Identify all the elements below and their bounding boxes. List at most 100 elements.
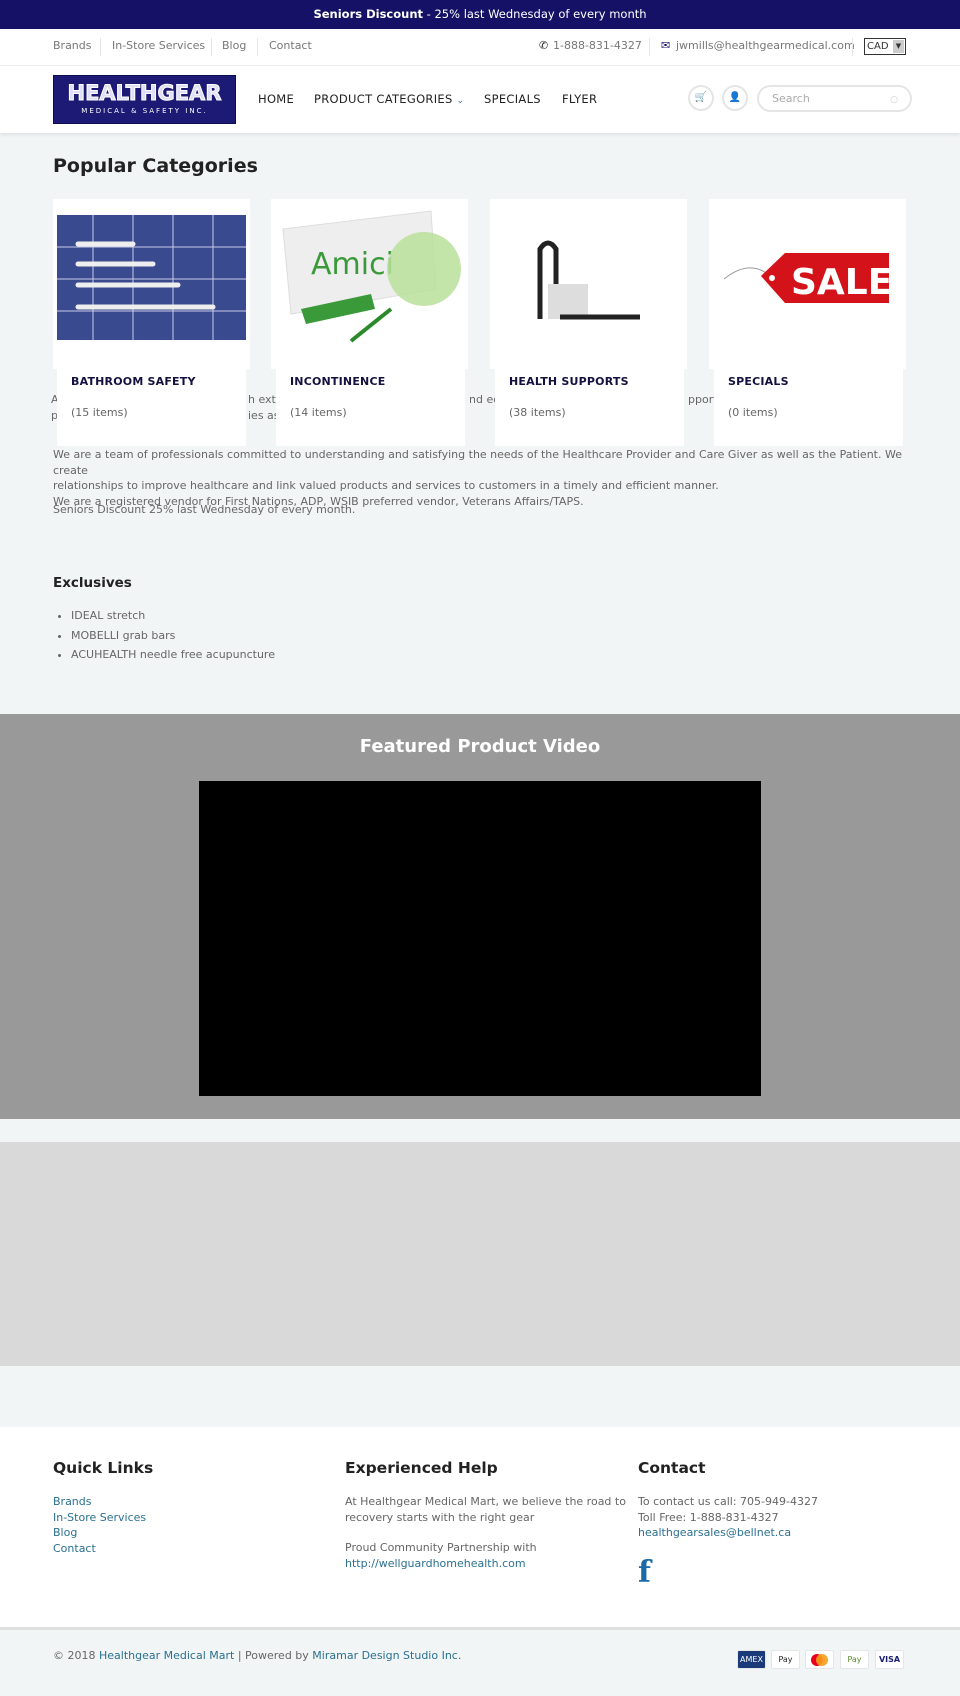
banner-text: - 25% last Wednesday of every month	[423, 7, 647, 21]
quick-links-title: Quick Links	[53, 1459, 154, 1477]
shopify-pay-label: Pay	[847, 1655, 862, 1664]
logo[interactable]: HEALTHGEAR MEDICAL & SAFETY INC.	[53, 75, 236, 124]
exclusives-list: IDEAL stretch MOBELLI grab bars ACUHEALT…	[71, 606, 275, 665]
help-text: recovery starts with the right gear	[345, 1510, 535, 1524]
search-icon: ○	[890, 95, 898, 105]
toplink-brands[interactable]: Brands	[53, 39, 92, 52]
toplink-blog[interactable]: Blog	[222, 39, 246, 52]
footer-link-contact[interactable]: Contact	[53, 1542, 96, 1555]
category-card-specials[interactable]: SALE	[709, 199, 906, 369]
nav-flyer[interactable]: FLYER	[562, 92, 597, 106]
banner-bold: Seniors Discount	[313, 7, 424, 21]
category-name: SPECIALS	[728, 375, 789, 388]
shopify-pay-icon: Pay	[840, 1650, 869, 1669]
category-count: (15 items)	[71, 406, 128, 419]
chevron-down-icon: ⌄	[456, 96, 465, 106]
category-count: (38 items)	[509, 406, 566, 419]
partner-link[interactable]: http://wellguardhomehealth.com	[345, 1557, 526, 1570]
category-count: (14 items)	[290, 406, 347, 419]
footer-link-in-store-services[interactable]: In-Store Services	[53, 1511, 146, 1524]
amici-product-image: Amici	[282, 210, 461, 343]
top-bar: Brands In-Store Services Blog Contact ✆ …	[0, 29, 960, 66]
video-player[interactable]	[199, 781, 761, 1096]
divider	[100, 38, 101, 56]
search-placeholder: Search	[772, 92, 810, 105]
bed-rail-image	[537, 240, 640, 320]
footer: Quick Links Brands In-Store Services Blo…	[0, 1427, 960, 1630]
phone-icon: ✆	[539, 39, 549, 52]
partnership-text: Proud Community Partnership with	[345, 1541, 537, 1554]
divider	[649, 38, 650, 56]
site-header: HEALTHGEAR MEDICAL & SAFETY INC. HOME PRO…	[0, 66, 960, 133]
divider	[852, 38, 853, 56]
category-info[interactable]: HEALTH SUPPORTS (38 items)	[495, 368, 684, 446]
contact-phone: To contact us call: 705-949-4327	[638, 1495, 818, 1508]
cart-icon[interactable]: 🛒	[688, 85, 714, 111]
divider	[211, 38, 212, 56]
seniors-discount-text: Seniors Discount 25% last Wednesday of e…	[53, 503, 356, 516]
exclusives-title: Exclusives	[53, 575, 132, 591]
category-card-incontinence[interactable]: Amici	[271, 199, 468, 369]
logo-main: HEALTHGEAR	[67, 81, 222, 106]
nav-product-categories[interactable]: PRODUCT CATEGORIES ⌄	[314, 92, 464, 106]
grab-bars-image	[57, 215, 246, 340]
category-name: INCONTINENCE	[290, 375, 386, 388]
toplink-in-store-services[interactable]: In-Store Services	[112, 39, 205, 52]
category-info[interactable]: SPECIALS (0 items)	[714, 368, 903, 446]
amex-icon: AMEX	[737, 1650, 766, 1669]
category-card-health-supports[interactable]	[490, 199, 687, 369]
user-icon[interactable]: 👤	[722, 85, 748, 111]
category-name: BATHROOM SAFETY	[71, 375, 196, 388]
category-count: (0 items)	[728, 406, 778, 419]
svg-text:Amici: Amici	[311, 247, 394, 282]
email-link[interactable]: jwmills@healthgearmedical.com	[676, 39, 855, 52]
currency-value: CAD	[867, 41, 889, 52]
visa-icon: VISA	[875, 1650, 904, 1669]
envelope-icon: ✉	[661, 39, 671, 52]
powered-text: | Powered by	[234, 1649, 313, 1662]
contact-email-link[interactable]: healthgearsales@bellnet.ca	[638, 1526, 791, 1539]
popular-categories-title: Popular Categories	[53, 155, 258, 177]
svg-text:SALE: SALE	[791, 262, 892, 303]
divider	[257, 38, 258, 56]
featured-video-section: Featured Product Video	[0, 714, 960, 1119]
video-title: Featured Product Video	[359, 736, 601, 757]
search-input[interactable]: Search ○	[757, 85, 912, 112]
mastercard-icon	[805, 1650, 834, 1669]
experienced-help-title: Experienced Help	[345, 1459, 498, 1477]
toplink-contact[interactable]: Contact	[269, 39, 312, 52]
about-fragment: ies as	[248, 409, 280, 422]
sale-tag-image: SALE	[723, 253, 892, 303]
category-info[interactable]: BATHROOM SAFETY (15 items)	[57, 368, 246, 446]
category-name: HEALTH SUPPORTS	[509, 375, 629, 388]
phone-link[interactable]: 1-888-831-4327	[553, 39, 642, 52]
apple-pay-label: Pay	[778, 1655, 793, 1664]
copyright: © 2018 Healthgear Medical Mart | Powered…	[53, 1649, 461, 1662]
studio-link[interactable]: Miramar Design Studio Inc.	[312, 1649, 461, 1662]
category-info[interactable]: INCONTINENCE (14 items)	[276, 368, 465, 446]
empty-section	[0, 1142, 960, 1366]
logo-sub: MEDICAL & SAFETY INC.	[81, 107, 208, 115]
about-line: We are a team of professionals committed…	[53, 448, 902, 477]
announcement-banner: Seniors Discount - 25% last Wednesday of…	[0, 0, 960, 29]
apple-pay-icon: Pay	[771, 1650, 800, 1669]
list-item: MOBELLI grab bars	[71, 626, 275, 646]
help-text: At Healthgear Medical Mart, we believe t…	[345, 1495, 626, 1508]
store-link[interactable]: Healthgear Medical Mart	[99, 1649, 234, 1662]
contact-tollfree: Toll Free: 1-888-831-4327	[638, 1510, 779, 1524]
about-paragraph: We are a team of professionals committed…	[53, 447, 913, 509]
contact-title: Contact	[638, 1459, 706, 1477]
list-item: ACUHEALTH needle free acupuncture	[71, 645, 275, 665]
chevron-down-icon: ▼	[893, 40, 904, 53]
about-line: relationships to improve healthcare and …	[53, 479, 719, 492]
nav-home[interactable]: HOME	[258, 92, 294, 106]
currency-select[interactable]: CAD ▼	[864, 38, 906, 55]
nav-label: PRODUCT CATEGORIES	[314, 92, 453, 106]
footer-link-brands[interactable]: Brands	[53, 1495, 92, 1508]
nav-specials[interactable]: SPECIALS	[484, 92, 541, 106]
footer-link-blog[interactable]: Blog	[53, 1526, 77, 1539]
list-item: IDEAL stretch	[71, 606, 275, 626]
category-card-bathroom-safety[interactable]	[53, 199, 250, 369]
facebook-icon[interactable]: f	[638, 1555, 651, 1590]
copyright-text: © 2018	[53, 1649, 99, 1662]
